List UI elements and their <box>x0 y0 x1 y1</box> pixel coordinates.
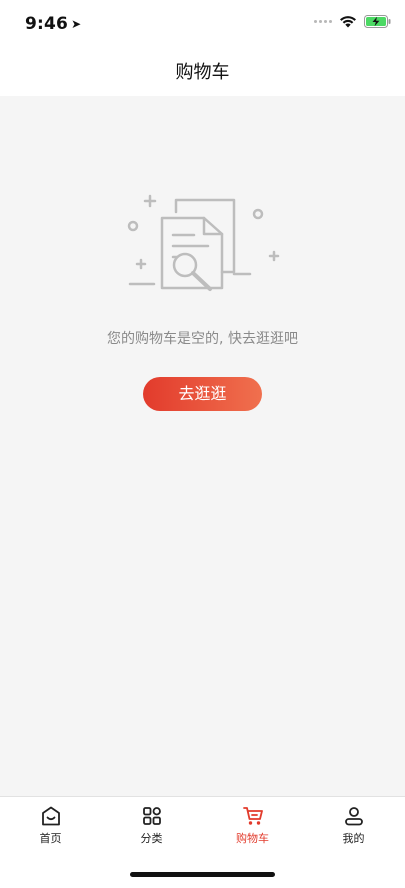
tab-cart-label: 购物车 <box>236 832 269 845</box>
tab-category-label: 分类 <box>140 832 163 845</box>
tab-category[interactable]: 分类 <box>101 805 202 846</box>
user-icon <box>344 807 363 826</box>
empty-cart-illustration-icon <box>127 194 280 291</box>
cart-icon <box>242 807 263 825</box>
home-icon <box>41 806 60 826</box>
status-time: 9:46 ➤ <box>25 14 81 34</box>
battery-charging-icon <box>364 15 391 28</box>
empty-cart-message: 您的购物车是空的, 快去逛逛吧 <box>107 331 298 347</box>
tab-home-label: 首页 <box>39 832 62 845</box>
status-indicators <box>314 15 391 28</box>
tab-profile[interactable]: 我的 <box>303 805 404 846</box>
home-indicator <box>130 872 275 877</box>
location-arrow-icon: ➤ <box>71 17 82 31</box>
signal-dots-icon <box>314 20 332 23</box>
grid-icon <box>142 807 161 825</box>
tab-cart[interactable]: 购物车 <box>202 805 303 846</box>
wifi-icon <box>340 16 356 28</box>
page-title: 购物车 <box>175 62 230 83</box>
status-time-text: 9:46 <box>25 14 69 34</box>
tab-profile-label: 我的 <box>342 832 365 845</box>
status-bar: 9:46 ➤ <box>0 0 405 50</box>
tab-home[interactable]: 首页 <box>0 805 101 846</box>
tab-bar: 首页 分类 购物车 我的 <box>0 796 405 888</box>
cart-content: 您的购物车是空的, 快去逛逛吧 去逛逛 <box>0 96 405 796</box>
go-shopping-button[interactable]: 去逛逛 <box>143 377 262 411</box>
nav-bar: 购物车 <box>0 50 405 96</box>
